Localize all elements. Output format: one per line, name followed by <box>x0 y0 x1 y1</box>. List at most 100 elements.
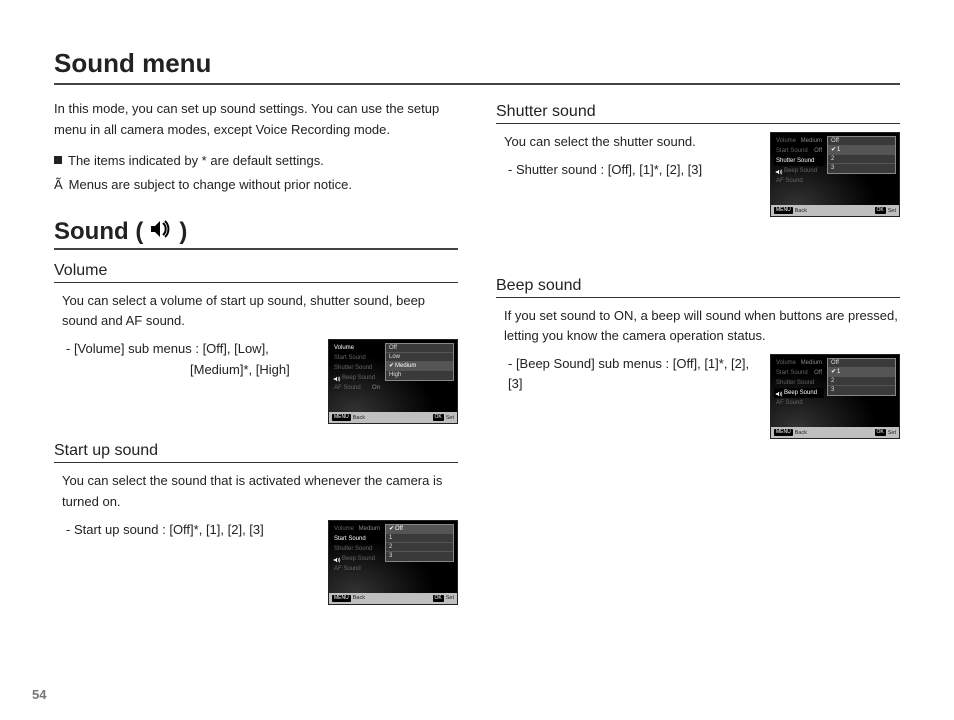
page-title: Sound menu <box>54 48 900 85</box>
menu-value: Off <box>814 370 822 376</box>
columns: In this mode, you can set up sound setti… <box>54 99 900 623</box>
menu-button-tag: MENU <box>332 595 351 602</box>
menu-item: Beep Sound <box>342 375 375 381</box>
startup-heading: Start up sound <box>54 442 458 463</box>
menu-item: Shutter Sound <box>776 380 814 386</box>
option-item: Off <box>828 137 895 146</box>
set-label: Set <box>446 595 454 601</box>
option-item: 1 <box>837 369 840 375</box>
check-icon: ✔ <box>831 146 836 155</box>
intro-text: In this mode, you can set up sound setti… <box>54 99 458 141</box>
beep-heading: Beep sound <box>496 277 900 298</box>
menu-value: Medium <box>359 526 380 532</box>
menu-item: Shutter Sound <box>776 158 814 164</box>
menu-value: Medium <box>801 360 822 366</box>
back-label: Back <box>353 415 365 421</box>
set-label: Set <box>446 415 454 421</box>
menu-item: Beep Sound <box>342 556 375 562</box>
menu-item: AF Sound <box>334 566 361 572</box>
ok-button-tag: OK <box>875 207 886 214</box>
shutter-heading: Shutter sound <box>496 103 900 124</box>
speaker-icon <box>775 168 783 176</box>
startup-sub: - Start up sound : [Off]*, [1], [2], [3] <box>66 520 316 540</box>
menu-item: Start Sound <box>334 355 366 361</box>
option-item: 2 <box>828 377 895 386</box>
speaker-icon <box>333 375 341 383</box>
shutter-para: You can select the shutter sound. <box>504 132 758 152</box>
change-note: Ã Menus are subject to change without pr… <box>54 175 458 196</box>
shutter-screenshot: Volume Medium Start Sound Off Shutter Soun… <box>770 132 900 217</box>
square-bullet-icon <box>54 156 62 164</box>
option-item: Off <box>828 359 895 368</box>
note-mark-icon: Ã <box>54 175 63 196</box>
option-item: Medium <box>395 363 416 369</box>
option-item: 3 <box>828 386 895 395</box>
startup-para: You can select the sound that is activat… <box>62 471 458 511</box>
beep-sub: - [Beep Sound] sub menus : [Off], [1]*, … <box>508 354 758 394</box>
beep-screenshot: Volume Medium Start Sound Off Shutter Soun… <box>770 354 900 439</box>
option-item: 1 <box>386 534 453 543</box>
volume-screenshot: Volume Start Sound Shutter Sound Beep So… <box>328 339 458 424</box>
volume-submenu-text: - [Volume] sub menus : [Off], [Low], [Me… <box>54 339 316 379</box>
option-item: 3 <box>386 552 453 561</box>
menu-button-tag: MENU <box>774 429 793 436</box>
check-icon: ✔ <box>831 368 836 377</box>
volume-sub-line2: [Medium]*, [High] <box>66 360 316 380</box>
back-label: Back <box>353 595 365 601</box>
set-label: Set <box>888 430 896 436</box>
sound-heading-post: ) <box>179 218 187 246</box>
option-item: 3 <box>828 164 895 173</box>
menu-item: Volume <box>776 138 796 144</box>
ok-button-tag: OK <box>433 414 444 421</box>
default-note-text: The items indicated by * are default set… <box>68 151 324 172</box>
beep-para: If you set sound to ON, a beep will soun… <box>504 306 900 346</box>
ok-button-tag: OK <box>433 595 444 602</box>
page-number: 54 <box>32 687 46 702</box>
menu-value: Off <box>814 148 822 154</box>
menu-item: AF Sound <box>334 385 361 391</box>
menu-item: Start Sound <box>776 370 808 376</box>
menu-item: AF Sound <box>776 178 803 184</box>
right-column: Shutter sound You can select the shutter… <box>496 99 900 623</box>
menu-item: Volume <box>334 526 354 532</box>
menu-item: Beep Sound <box>784 390 817 396</box>
menu-item: Shutter Sound <box>334 546 372 552</box>
set-label: Set <box>888 208 896 214</box>
menu-item: Beep Sound <box>784 168 817 174</box>
ok-button-tag: OK <box>875 429 886 436</box>
speaker-icon <box>149 218 173 246</box>
volume-row: - [Volume] sub menus : [Off], [Low], [Me… <box>54 339 458 424</box>
menu-button-tag: MENU <box>774 207 793 214</box>
option-item: Off <box>395 526 403 532</box>
option-item: 2 <box>386 543 453 552</box>
volume-sub-line1: - [Volume] sub menus : [Off], [Low], <box>66 339 316 359</box>
page: Sound menu In this mode, you can set up … <box>0 0 954 720</box>
back-label: Back <box>795 430 807 436</box>
option-item: Off <box>386 344 453 353</box>
menu-item: Volume <box>776 360 796 366</box>
beep-row: - [Beep Sound] sub menus : [Off], [1]*, … <box>496 354 900 439</box>
menu-item: AF Sound <box>776 400 803 406</box>
default-note: The items indicated by * are default set… <box>54 151 458 172</box>
speaker-icon <box>775 390 783 398</box>
shutter-sub: - Shutter sound : [Off], [1]*, [2], [3] <box>508 160 758 180</box>
menu-item: Start Sound <box>776 148 808 154</box>
menu-value: Medium <box>801 138 822 144</box>
change-note-text: Menus are subject to change without prio… <box>69 175 352 196</box>
volume-heading: Volume <box>54 262 458 283</box>
speaker-icon <box>333 556 341 564</box>
menu-item: Shutter Sound <box>334 365 372 371</box>
startup-screenshot: Volume Medium Start Sound Shutter Sound B… <box>328 520 458 605</box>
menu-item: Volume <box>334 345 354 351</box>
menu-value: On <box>372 385 380 391</box>
volume-para: You can select a volume of start up soun… <box>62 291 458 331</box>
startup-row: - Start up sound : [Off]*, [1], [2], [3]… <box>54 520 458 605</box>
option-item: 2 <box>828 155 895 164</box>
sound-heading-pre: Sound ( <box>54 218 143 246</box>
shutter-row: You can select the shutter sound. - Shut… <box>496 132 900 217</box>
back-label: Back <box>795 208 807 214</box>
menu-item: Start Sound <box>334 536 366 542</box>
option-item: Low <box>386 353 453 362</box>
check-icon: ✔ <box>389 525 394 534</box>
option-item: High <box>386 371 453 380</box>
